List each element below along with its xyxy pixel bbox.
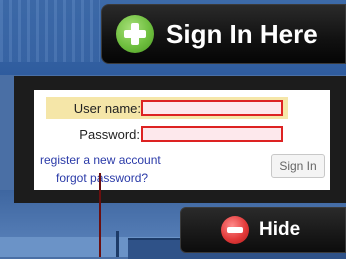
hide-button[interactable]: Hide <box>180 207 346 253</box>
login-form: User name: Password: register a new acco… <box>34 90 330 190</box>
page-divider <box>116 231 119 257</box>
sign-in-button[interactable]: Sign In <box>271 154 325 178</box>
register-link[interactable]: register a new account <box>40 153 161 167</box>
minus-circle-icon <box>221 216 249 244</box>
password-input[interactable] <box>141 126 283 142</box>
login-dialog: User name: Password: register a new acco… <box>14 76 346 203</box>
text-cursor-icon <box>99 173 101 257</box>
username-label: User name: <box>73 101 141 116</box>
username-input[interactable] <box>141 100 283 116</box>
plus-circle-icon <box>116 15 154 53</box>
forgot-password-link[interactable]: forgot password? <box>56 171 148 185</box>
page-background-texture <box>0 0 100 62</box>
sign-in-here-label: Sign In Here <box>166 18 318 49</box>
password-label: Password: <box>79 127 140 142</box>
hide-label: Hide <box>259 219 301 240</box>
sign-in-here-button[interactable]: Sign In Here <box>101 4 346 64</box>
